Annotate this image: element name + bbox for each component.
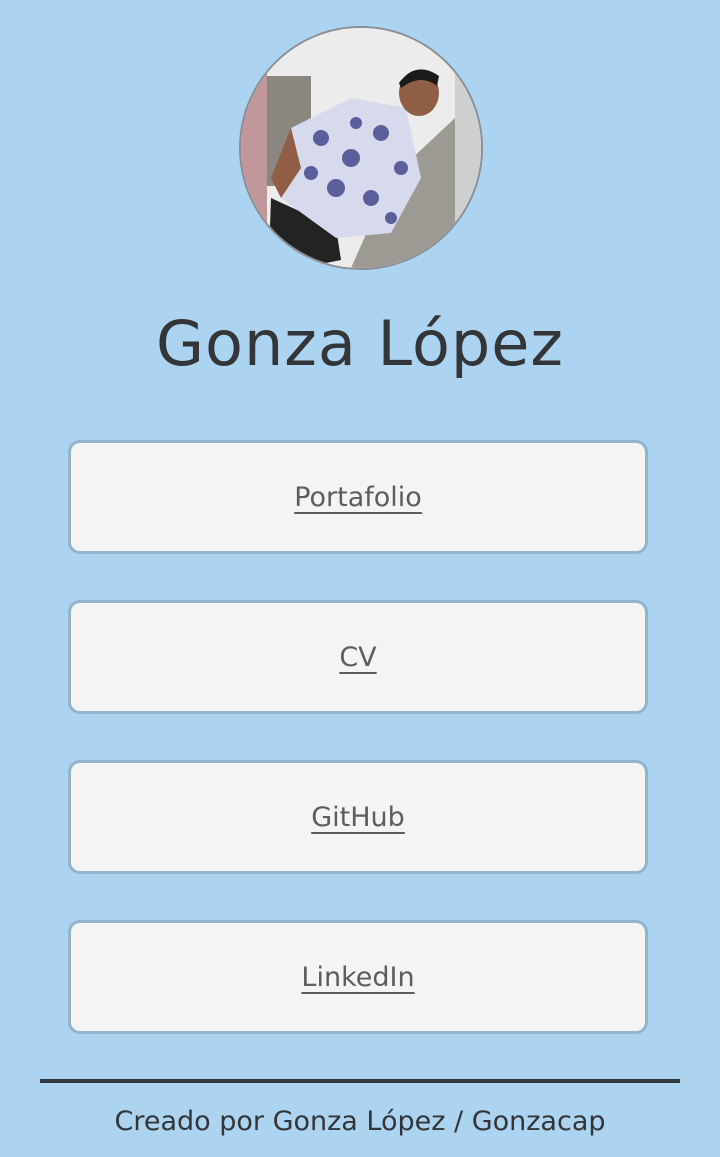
github-link[interactable]: GitHub bbox=[68, 760, 648, 874]
footer-divider bbox=[40, 1079, 680, 1083]
portafolio-link[interactable]: Portafolio bbox=[68, 440, 648, 554]
profile-name: Gonza López bbox=[156, 307, 564, 380]
portafolio-link-label[interactable]: Portafolio bbox=[294, 482, 422, 513]
footer-credit: Creado por Gonza López / Gonzacap bbox=[114, 1106, 606, 1137]
cv-link[interactable]: CV bbox=[68, 600, 648, 714]
github-link-label[interactable]: GitHub bbox=[311, 802, 405, 833]
profile-avatar bbox=[239, 26, 483, 270]
linkedin-link[interactable]: LinkedIn bbox=[68, 920, 648, 1034]
linkedin-link-label[interactable]: LinkedIn bbox=[301, 962, 414, 993]
cv-link-label[interactable]: CV bbox=[339, 642, 376, 673]
profile-photo bbox=[241, 28, 481, 268]
